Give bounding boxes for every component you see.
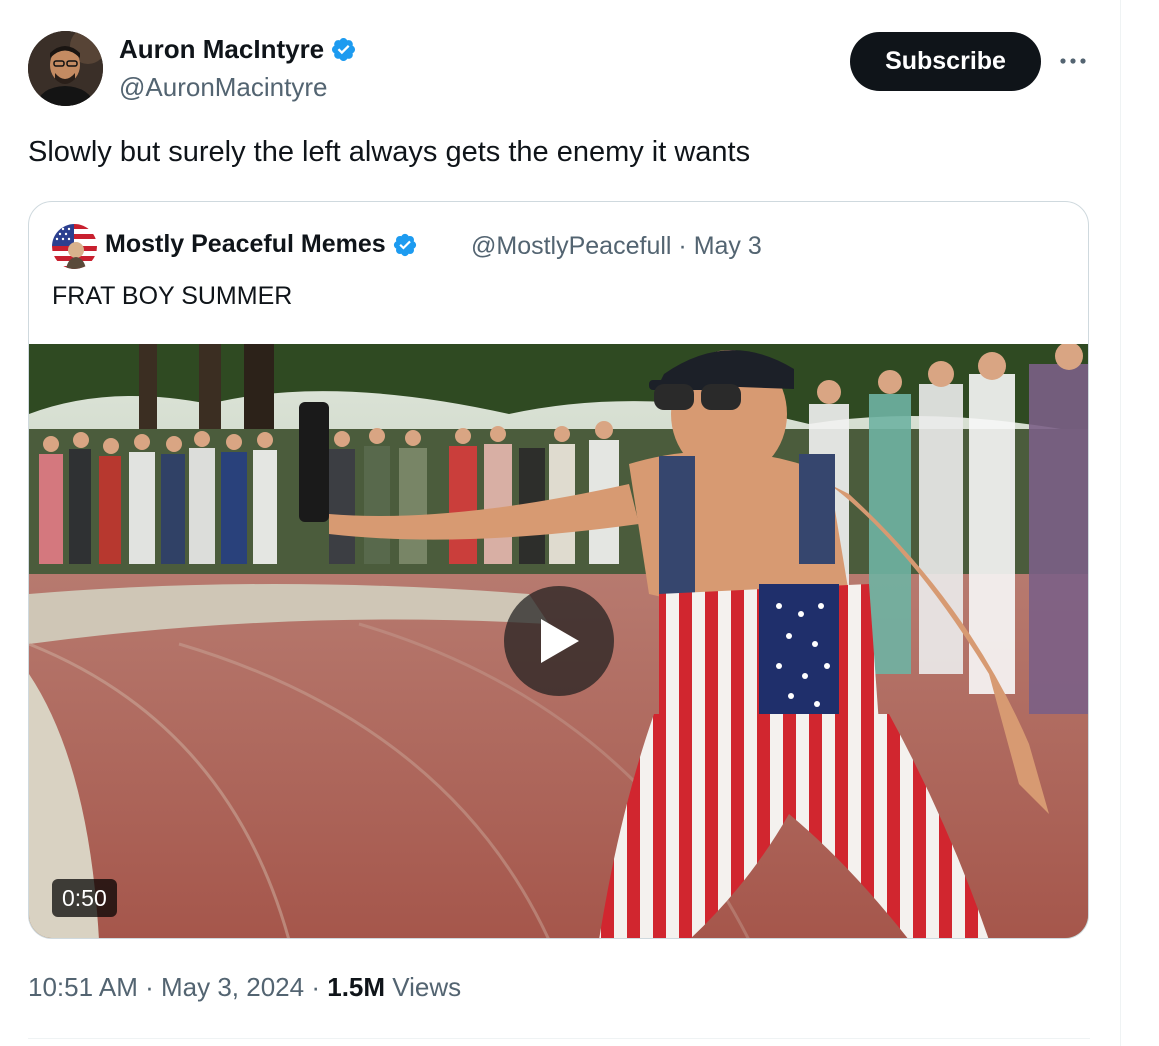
author-avatar[interactable] — [28, 31, 103, 106]
quoted-author-name-text: Mostly Peaceful Memes — [105, 230, 386, 258]
views-label: Views — [392, 972, 462, 1002]
subscribe-button[interactable]: Subscribe — [850, 32, 1041, 91]
column-divider — [1120, 0, 1121, 1046]
verified-badge-icon — [393, 233, 416, 256]
tweet-meta: 10:51 AM · May 3, 2024 · 1.5M Views — [28, 972, 461, 1003]
quoted-author-meta: @MostlyPeacefull · May 3 — [471, 232, 762, 261]
quoted-author-name[interactable]: Mostly Peaceful Memes — [105, 230, 418, 259]
more-horizontal-icon — [1060, 58, 1086, 64]
play-button[interactable] — [504, 586, 614, 696]
meta-separator: · — [311, 972, 320, 1002]
meta-separator: · — [145, 972, 154, 1002]
views-count: 1.5M — [327, 972, 386, 1002]
quoted-tweet-card[interactable]: Mostly Peaceful Memes @MostlyPeacefull ·… — [28, 201, 1089, 939]
more-options-button[interactable] — [1056, 46, 1090, 76]
tweet-date[interactable]: May 3, 2024 — [161, 972, 304, 1002]
divider — [28, 1038, 1090, 1039]
verified-badge-icon — [332, 37, 356, 62]
quoted-tweet-text: FRAT BOY SUMMER — [52, 282, 293, 310]
author-handle[interactable]: @AuronMacintyre — [119, 72, 327, 103]
quoted-author-handle[interactable]: @MostlyPeacefull — [471, 232, 671, 260]
meta-separator: · — [678, 232, 687, 260]
quoted-tweet-date[interactable]: May 3 — [694, 232, 762, 260]
tweet-time[interactable]: 10:51 AM — [28, 972, 138, 1002]
tweet-text: Slowly but surely the left always gets t… — [28, 136, 751, 168]
quoted-author-avatar[interactable] — [52, 224, 97, 269]
video-player[interactable]: 0:50 — [29, 344, 1088, 938]
author-name-text: Auron MacIntyre — [119, 34, 325, 64]
video-duration: 0:50 — [52, 879, 117, 917]
author-name[interactable]: Auron MacIntyre — [119, 34, 357, 65]
play-icon — [541, 619, 579, 663]
